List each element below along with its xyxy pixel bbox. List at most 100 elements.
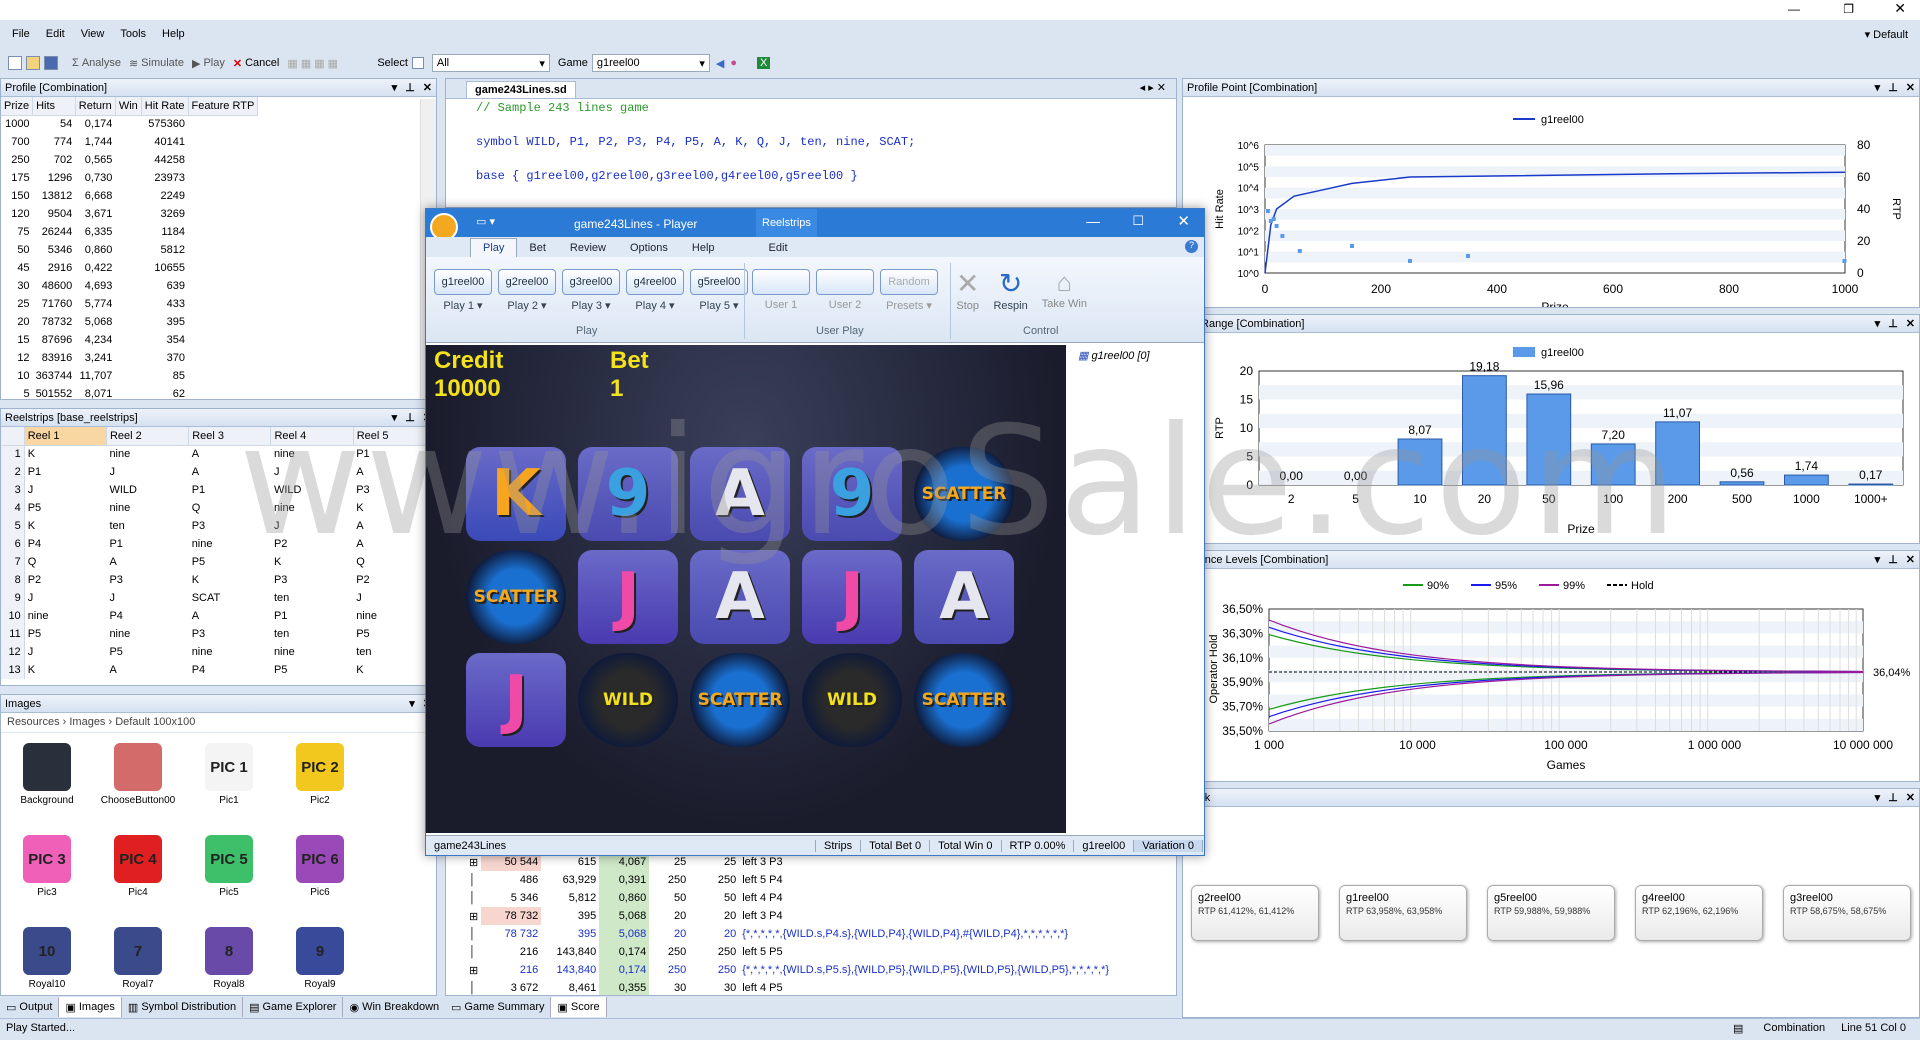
- user1-button[interactable]: User 1: [752, 269, 810, 312]
- network-node[interactable]: g2reel00 RTP 61,412%, 61,412%: [1191, 885, 1319, 941]
- table-row[interactable]: 30 48600 4,693 639: [1, 277, 258, 295]
- table-row[interactable]: │ 78 732 395 5,068 20 20 {*,*,*,*,*,{WILD.s,P4…: [466, 925, 1112, 943]
- select-dropdown[interactable]: All ▾: [431, 54, 550, 72]
- expand-icon[interactable]: ⊞: [466, 961, 481, 979]
- table-row[interactable]: │ 216 143,840 0,174 250 250 left 5 P5: [466, 943, 1112, 961]
- table-row[interactable]: 50 5346 0,860 5812: [1, 241, 258, 259]
- dropdown-icon[interactable]: ▾: [1875, 82, 1881, 94]
- excel-icon[interactable]: X: [756, 57, 771, 69]
- image-item[interactable]: PIC 3 Pic3: [7, 835, 87, 898]
- tree-item[interactable]: g1reel00 [0]: [1091, 350, 1149, 362]
- close-icon[interactable]: ✕: [1906, 318, 1915, 330]
- table-row[interactable]: 250 702 0,565 44258: [1, 151, 258, 169]
- take-win-button[interactable]: ⌂ Take Win: [1042, 267, 1087, 312]
- table-row[interactable]: 8 P2 P3 K P3 P2: [1, 571, 436, 589]
- tab-game-summary[interactable]: ▭ Game Summary: [445, 997, 552, 1017]
- pin-icon[interactable]: ⊥: [405, 412, 415, 424]
- analyse-button[interactable]: Σ Analyse: [72, 57, 121, 69]
- image-item[interactable]: PIC 4 Pic4: [98, 835, 178, 898]
- dropdown-icon[interactable]: ▾: [392, 82, 398, 94]
- column-header[interactable]: Prize: [1, 97, 34, 116]
- code-editor[interactable]: // Sample 243 lines game symbol WILD, P1,…: [446, 91, 1176, 193]
- column-header[interactable]: Hit Rate: [141, 97, 189, 116]
- game-screen[interactable]: Credit 10000 Bet 1 K 9 A 9 SCATTER SCATTER J A J…: [426, 345, 1066, 833]
- column-header[interactable]: Reel 4: [270, 427, 354, 446]
- dropdown-icon[interactable]: ▾: [392, 412, 398, 424]
- image-item[interactable]: 10 Royal10: [7, 927, 87, 990]
- table-row[interactable]: 45 2916 0,422 10655: [1, 259, 258, 277]
- table-row[interactable]: 10 nine P4 A P1 nine: [1, 607, 436, 625]
- stop-button[interactable]: ✕ Stop: [956, 267, 979, 312]
- ribbon-tab-play[interactable]: Play: [470, 238, 518, 257]
- close-icon[interactable]: ✕: [423, 82, 432, 94]
- pin-icon[interactable]: ⊥: [405, 82, 415, 94]
- image-item[interactable]: PIC 6 Pic6: [280, 835, 360, 898]
- expand-icon[interactable]: │: [466, 943, 481, 961]
- expand-icon[interactable]: │: [466, 871, 481, 889]
- play-reel-button[interactable]: g3reel00 Play 3 ▾: [562, 269, 620, 312]
- game-dropdown[interactable]: g1reel00 ▾: [591, 54, 710, 72]
- table-row[interactable]: 9 J J SCAT ten J: [1, 589, 436, 607]
- play-dropdown[interactable]: Play 2 ▾: [507, 299, 546, 312]
- image-item[interactable]: PIC 2 Pic2: [280, 743, 360, 806]
- play-reel-button[interactable]: g2reel00 Play 2 ▾: [498, 269, 556, 312]
- menu-edit[interactable]: Edit: [46, 28, 65, 40]
- tab-images[interactable]: ▣ Images: [59, 997, 122, 1017]
- table-row[interactable]: 700 774 1,744 40141: [1, 133, 258, 151]
- play-dropdown[interactable]: Play 4 ▾: [635, 299, 674, 312]
- table-row[interactable]: 175 1296 0,730 23973: [1, 169, 258, 187]
- network-node[interactable]: g1reel00 RTP 63,958%, 63,958%: [1339, 885, 1467, 941]
- respin-button[interactable]: ↻ Respin: [993, 267, 1027, 312]
- play-dropdown[interactable]: Play 5 ▾: [699, 299, 738, 312]
- network-node[interactable]: g4reel00 RTP 62,196%, 62,196%: [1635, 885, 1763, 941]
- column-header[interactable]: Return: [75, 97, 116, 116]
- dropdown-icon[interactable]: ▾: [1875, 792, 1881, 804]
- image-item[interactable]: 7 Royal7: [98, 927, 178, 990]
- table-row[interactable]: 3 J WILD P1 WILD P3: [1, 481, 436, 499]
- table-row[interactable]: 2 P1 J A J A: [1, 463, 436, 481]
- expand-icon[interactable]: ⊞: [466, 907, 481, 925]
- table-row[interactable]: 12 J P5 nine nine ten: [1, 643, 436, 661]
- tab-game-explorer[interactable]: ▤ Game Explorer: [243, 997, 344, 1017]
- table-row[interactable]: 25 71760 5,774 433: [1, 295, 258, 313]
- table-row[interactable]: 120 9504 3,671 3269: [1, 205, 258, 223]
- palette-icon[interactable]: ●: [730, 57, 737, 69]
- play-reel-button[interactable]: g1reel00 Play 1 ▾: [434, 269, 492, 312]
- image-item[interactable]: ChooseButton00: [98, 743, 178, 806]
- table-row[interactable]: │ 3 672 8,461 0,355 30 30 left 4 P5: [466, 979, 1112, 995]
- ribbon-tab-bet[interactable]: Bet: [517, 239, 558, 257]
- close-icon[interactable]: ✕: [1177, 212, 1190, 230]
- ribbon-tab-help[interactable]: Help: [680, 239, 727, 257]
- network-node[interactable]: g5reel00 RTP 59,988%, 59,988%: [1487, 885, 1615, 941]
- save-icon[interactable]: [44, 56, 58, 70]
- menu-view[interactable]: View: [81, 28, 105, 40]
- image-item[interactable]: 9 Royal9: [280, 927, 360, 990]
- table-row[interactable]: ⊞ 78 732 395 5,068 20 20 left 3 P4: [466, 907, 1112, 925]
- column-header[interactable]: Reel 1: [24, 427, 107, 446]
- back-icon[interactable]: ◀: [716, 57, 724, 70]
- play-dropdown[interactable]: Play 3 ▾: [571, 299, 610, 312]
- maximize-icon[interactable]: ☐: [1132, 213, 1144, 229]
- breadcrumb-images[interactable]: Images: [69, 716, 105, 728]
- quick-access-icon[interactable]: ▭ ▾: [476, 215, 495, 228]
- minimize-icon[interactable]: —: [1086, 213, 1100, 229]
- table-row[interactable]: 75 26244 6,335 1184: [1, 223, 258, 241]
- table-row[interactable]: 12 83916 3,241 370: [1, 349, 258, 367]
- table-row[interactable]: ⊞ 216 143,840 0,174 250 250 {*,*,*,*,*,{WILD.s…: [466, 961, 1112, 979]
- simulate-button[interactable]: ≋ Simulate: [129, 57, 184, 70]
- close-icon[interactable]: ✕: [1906, 554, 1915, 566]
- pin-icon[interactable]: ⊥: [1888, 82, 1898, 94]
- pin-icon[interactable]: ⊥: [1888, 792, 1898, 804]
- tab-score[interactable]: ▣ Score: [551, 997, 607, 1017]
- table-row[interactable]: 5 501552 8,071 62: [1, 385, 258, 399]
- ribbon-tab-edit[interactable]: Edit: [757, 239, 800, 257]
- table-row[interactable]: 1 Knine Anine P1: [1, 445, 436, 463]
- open-folder-icon[interactable]: [26, 56, 40, 70]
- table-row[interactable]: 6 P4 P1 nine P2 A: [1, 535, 436, 553]
- column-header[interactable]: Hits: [32, 97, 76, 116]
- tab-symbol-distribution[interactable]: ▥ Symbol Distribution: [122, 997, 244, 1017]
- pin-icon[interactable]: ⊥: [1888, 554, 1898, 566]
- tab-win-breakdown[interactable]: ◉ Win Breakdown: [343, 997, 447, 1017]
- dropdown-icon[interactable]: ▾: [1875, 318, 1881, 330]
- close-icon[interactable]: ✕: [1906, 82, 1915, 94]
